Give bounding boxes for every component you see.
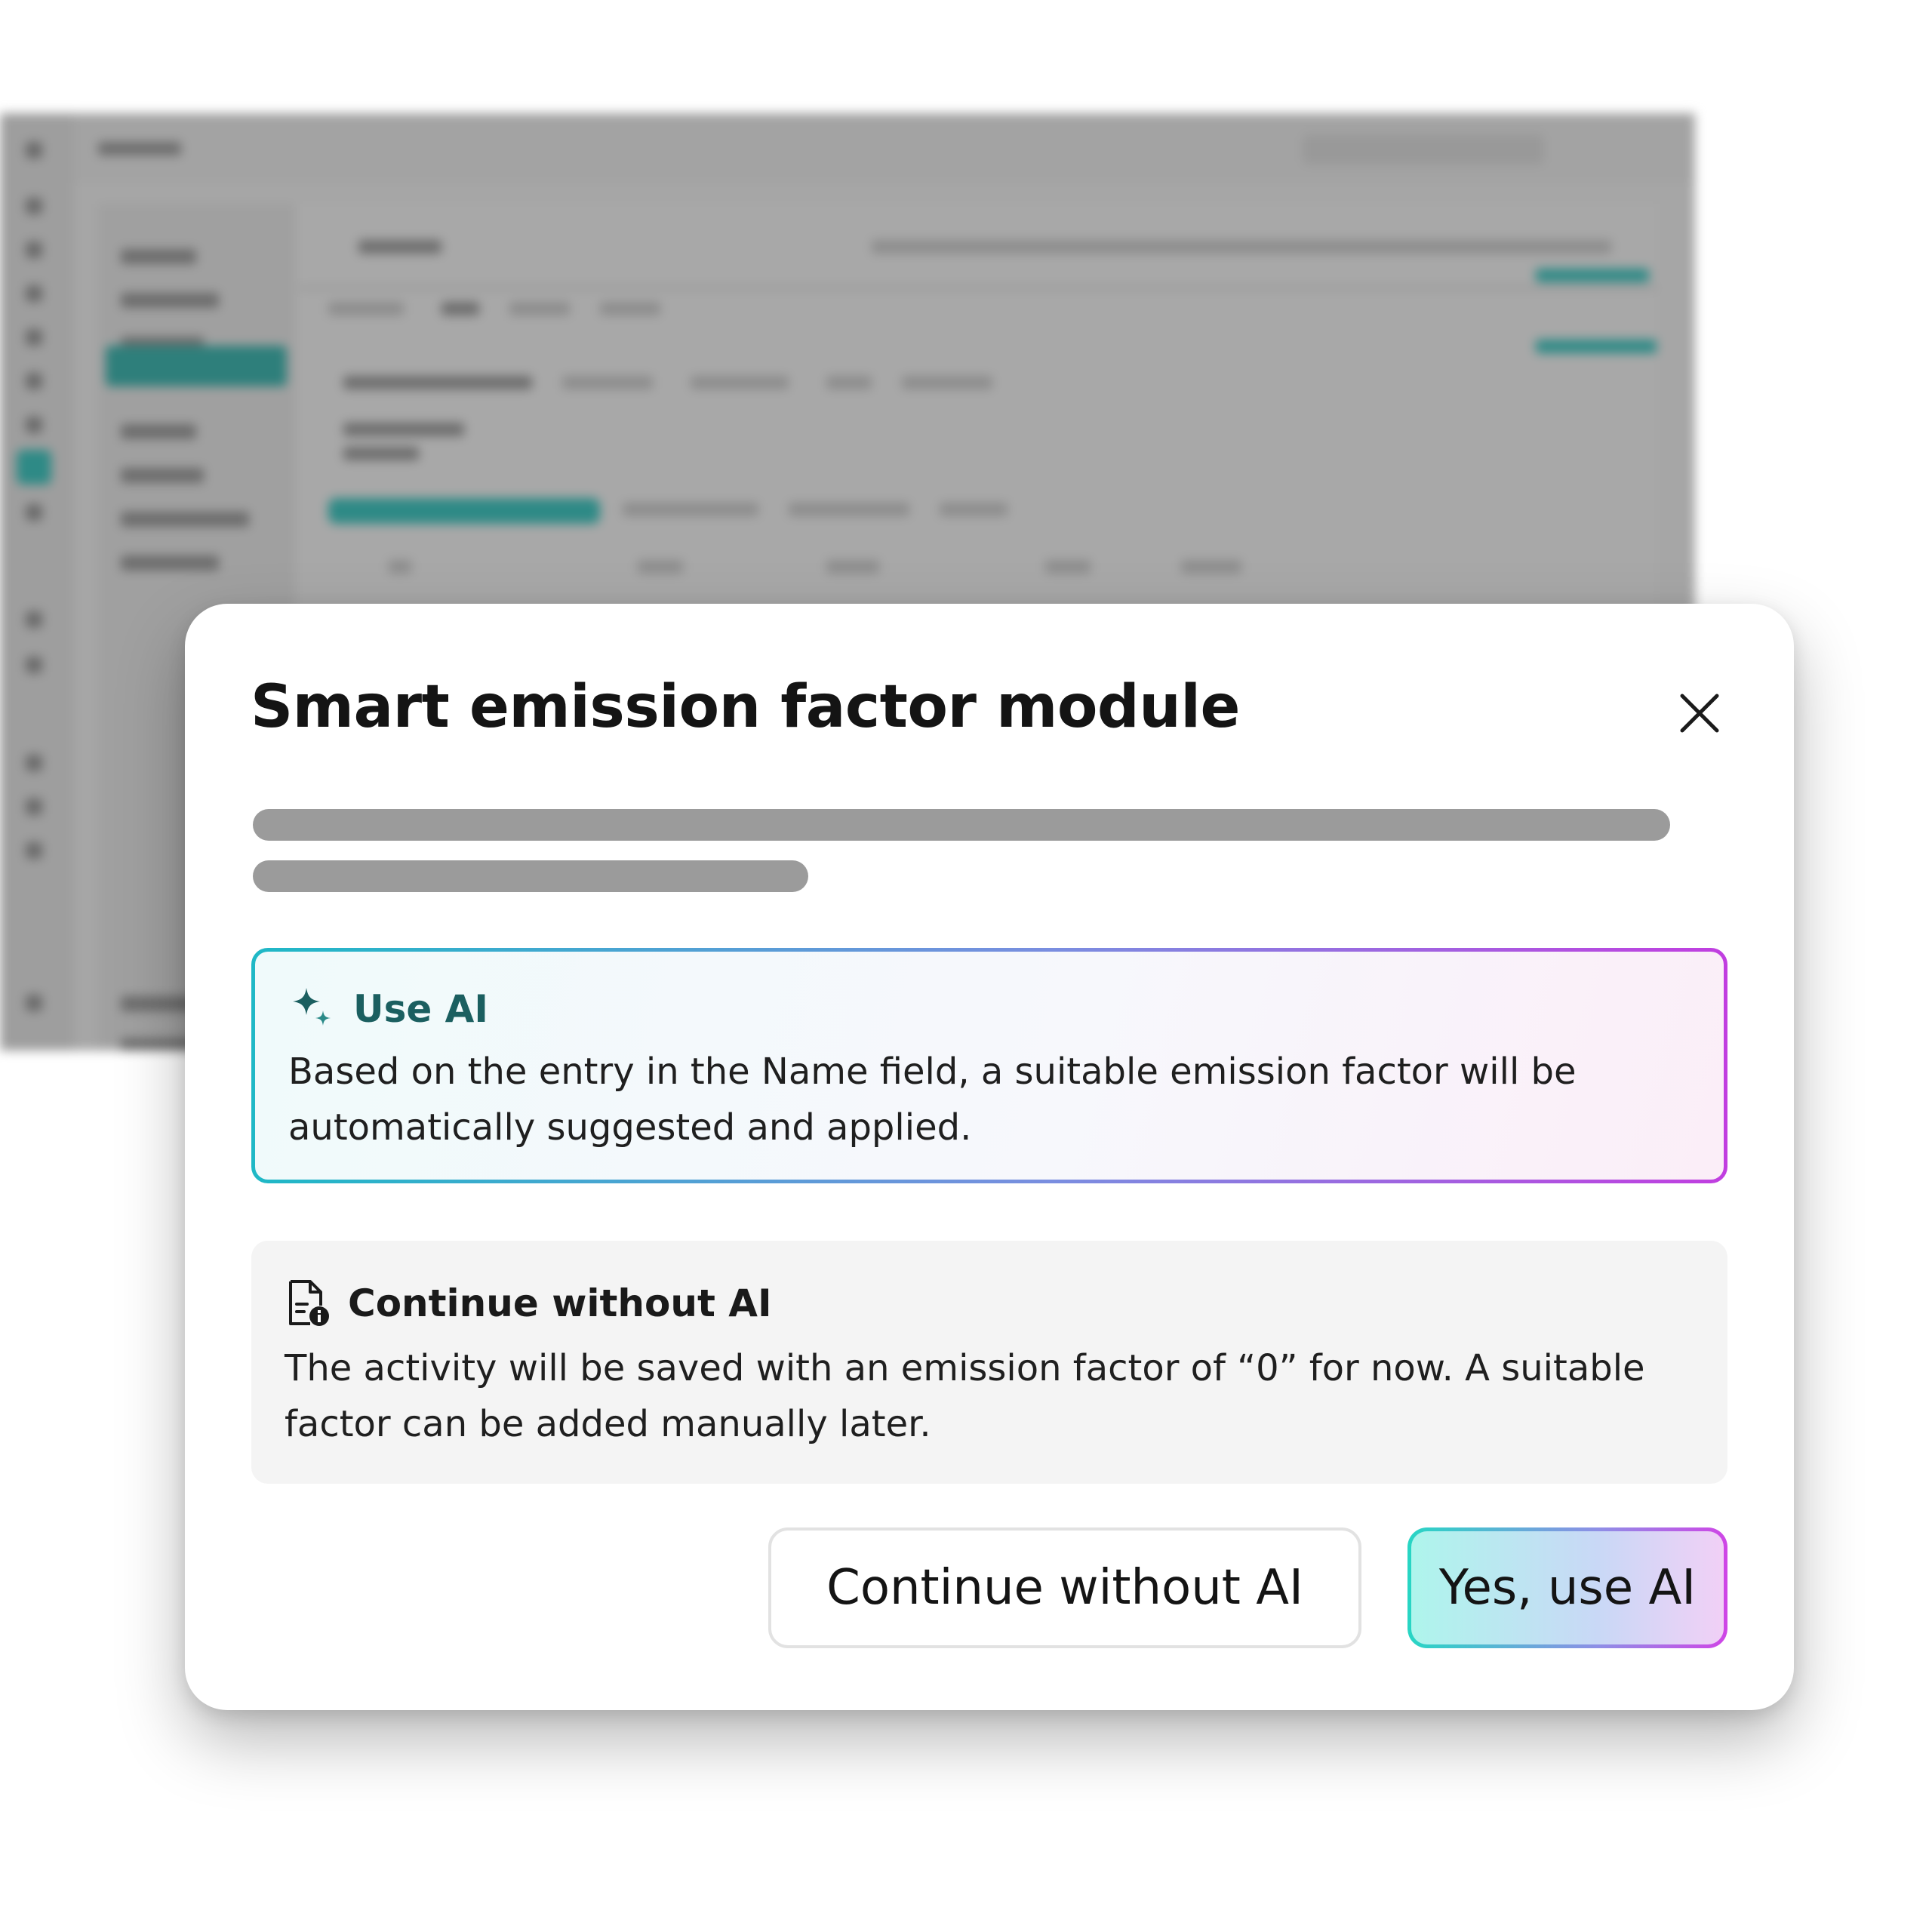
background-tab	[328, 302, 404, 315]
background-sidebar-item	[121, 468, 204, 483]
background-rail-icon	[26, 611, 42, 628]
use-ai-option-header: Use AI	[288, 985, 488, 1033]
no-ai-option-header: Continue without AI	[285, 1278, 772, 1328]
background-tab	[600, 302, 660, 315]
background-rail-icon	[26, 842, 42, 859]
description-placeholder-line	[253, 860, 808, 892]
background-subtab	[902, 376, 992, 389]
background-sidebar-item	[121, 293, 219, 308]
use-ai-option-title: Use AI	[353, 987, 488, 1031]
background-link	[1536, 340, 1657, 353]
background-field-value	[343, 447, 419, 460]
background-chip	[940, 503, 1008, 516]
background-app-title	[98, 142, 181, 155]
sparkles-icon	[293, 988, 331, 1026]
background-rail-icon	[26, 198, 42, 214]
background-chip	[623, 503, 758, 516]
background-rail-icon	[26, 373, 42, 389]
background-subtab	[343, 376, 532, 389]
background-sidebar-item	[121, 555, 219, 571]
background-meta	[872, 240, 1611, 254]
background-col-header	[638, 560, 683, 574]
background-rail-icon	[26, 504, 42, 521]
background-topbar	[74, 113, 1695, 183]
no-ai-option-description: The activity will be saved with an emiss…	[285, 1347, 1645, 1445]
background-tab	[441, 302, 479, 315]
dialog-title: Smart emission factor module	[251, 673, 1240, 741]
document-info-icon	[289, 1280, 329, 1326]
background-logo-icon	[26, 142, 42, 158]
background-rail-active-icon	[17, 450, 51, 485]
background-rail-icon	[26, 329, 42, 346]
background-col-header	[1045, 560, 1091, 574]
background-subtab	[691, 376, 789, 389]
background-col-header	[1181, 560, 1241, 574]
background-avatar	[26, 995, 42, 1011]
background-col-header	[826, 560, 879, 574]
background-chip-selected	[328, 498, 600, 524]
background-nav-rail	[0, 113, 74, 1051]
background-page-title	[358, 240, 441, 254]
background-sidebar-item	[121, 424, 196, 439]
close-icon	[1680, 694, 1719, 733]
background-search	[1303, 134, 1544, 165]
use-ai-option-description: Based on the entry in the Name field, a …	[288, 1051, 1577, 1149]
description-placeholder-line	[253, 809, 1670, 841]
background-tab	[509, 302, 570, 315]
background-chip	[789, 503, 909, 516]
background-rail-icon	[26, 755, 42, 771]
background-rail-icon	[26, 285, 42, 302]
use-ai-option[interactable]: Use AI Based on the entry in the Name fi…	[251, 948, 1727, 1183]
no-ai-option[interactable]: Continue without AI The activity will be…	[251, 1241, 1727, 1484]
close-button[interactable]	[1675, 688, 1724, 738]
background-sidebar-item	[121, 512, 249, 527]
background-rail-icon	[26, 242, 42, 258]
no-ai-option-title: Continue without AI	[348, 1281, 772, 1325]
background-rail-icon	[26, 798, 42, 815]
background-col-header	[389, 560, 411, 574]
emission-factor-dialog: Smart emission factor module Use AI Base…	[185, 604, 1794, 1710]
background-subtab	[826, 376, 872, 389]
background-rail-icon	[26, 417, 42, 433]
yes-use-ai-button[interactable]: Yes, use AI	[1407, 1527, 1727, 1648]
background-divider	[298, 287, 1657, 289]
background-sidebar-item	[121, 249, 196, 264]
background-subtab	[562, 376, 653, 389]
continue-without-ai-button[interactable]: Continue without AI	[768, 1527, 1361, 1648]
background-link	[1536, 269, 1649, 282]
background-rail-icon	[26, 657, 42, 673]
background-sidebar-selected	[106, 346, 287, 386]
background-field-label	[343, 423, 464, 436]
